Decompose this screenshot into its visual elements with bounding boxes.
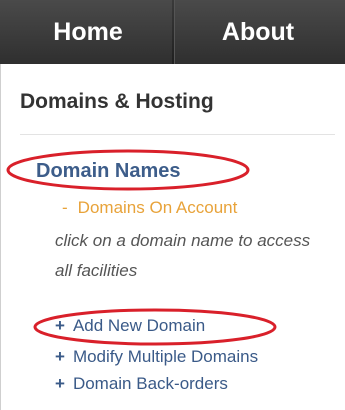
domains-on-account-label: Domains On Account [77, 198, 238, 217]
section-divider [20, 134, 335, 135]
plus-icon: + [55, 316, 65, 335]
plus-icon: + [55, 374, 65, 393]
add-new-domain-link[interactable]: + Add New Domain [55, 316, 205, 336]
nav-about-link[interactable]: About [183, 0, 333, 64]
dash-bullet: - [62, 198, 68, 217]
nav-divider [172, 0, 174, 64]
instruction-text: click on a domain name to access all fac… [55, 231, 311, 280]
modify-multiple-domains-link[interactable]: + Modify Multiple Domains [55, 347, 258, 367]
modify-multiple-domains-label: Modify Multiple Domains [72, 347, 259, 366]
domain-back-orders-label: Domain Back-orders [72, 374, 228, 393]
domains-on-account-link[interactable]: - Domains On Account [62, 198, 237, 218]
domain-back-orders-link[interactable]: + Domain Back-orders [55, 374, 228, 394]
domain-names-link[interactable]: Domain Names [36, 160, 181, 183]
add-new-domain-label: Add New Domain [72, 316, 206, 335]
top-nav-bar: Home About [0, 0, 345, 64]
section-title: Domains & Hosting [20, 90, 214, 113]
plus-icon: + [55, 347, 65, 366]
nav-home-link[interactable]: Home [18, 0, 158, 64]
